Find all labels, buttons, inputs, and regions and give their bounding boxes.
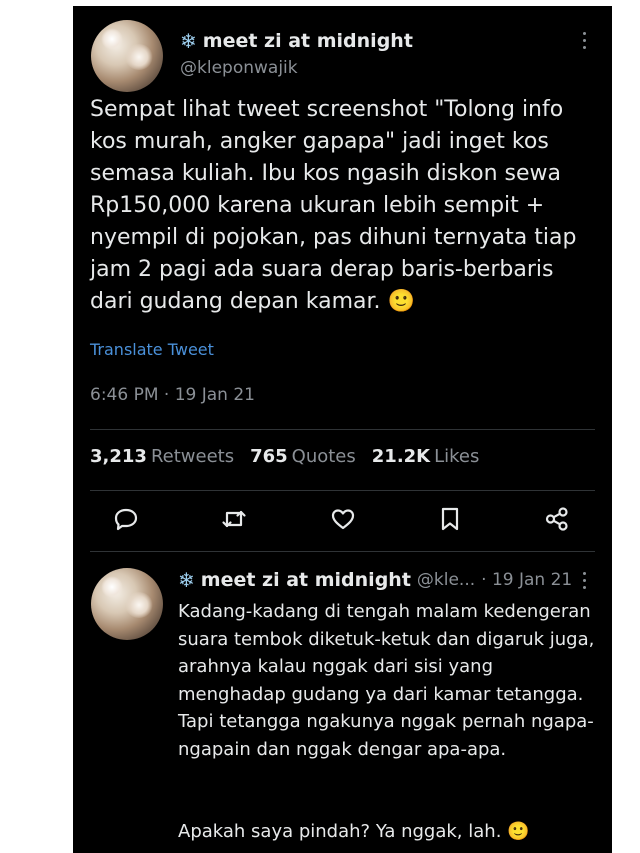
bookmark-icon[interactable]: [436, 505, 464, 533]
quotes-label: Quotes: [291, 446, 356, 467]
avatar[interactable]: [91, 20, 163, 92]
reply-more-options-icon[interactable]: [581, 572, 587, 589]
retweets-count: 3,213: [90, 446, 147, 467]
author-handle[interactable]: @kleponwajik: [180, 58, 298, 78]
tweet-actions-bar: [73, 505, 612, 533]
divider: [90, 551, 595, 552]
slightly-smiling-emoji: 🙂: [387, 289, 415, 314]
share-icon[interactable]: [543, 505, 571, 533]
likes-count: 21.2K: [371, 446, 431, 467]
reply-author-name[interactable]: meet zi at midnight: [201, 569, 411, 591]
translate-tweet-link[interactable]: Translate Tweet: [90, 340, 214, 359]
slightly-smiling-emoji: 🙂: [507, 821, 530, 842]
quotes-stat[interactable]: 765 Quotes: [250, 446, 356, 467]
likes-label: Likes: [434, 446, 480, 467]
author-name[interactable]: meet zi at midnight: [203, 30, 413, 52]
retweets-stat[interactable]: 3,213 Retweets: [90, 446, 234, 467]
tweet-text: Sempat lihat tweet screenshot "Tolong in…: [90, 94, 600, 318]
tweet-stats: 3,213 Retweets 765 Quotes 21.2K Likes: [90, 446, 479, 467]
reply-text-2: Apakah saya pindah? Ya nggak, lah.: [178, 821, 502, 842]
tweet-text-body: Sempat lihat tweet screenshot "Tolong in…: [90, 97, 577, 314]
divider: [90, 429, 595, 430]
reply-author-row[interactable]: ❄ meet zi at midnight @kle... · 19 Jan 2…: [178, 569, 572, 591]
reply-text: Kadang-kadang di tengah malam kedengeran…: [178, 601, 595, 760]
quotes-count: 765: [250, 446, 288, 467]
likes-stat[interactable]: 21.2K Likes: [372, 446, 480, 467]
divider: [90, 490, 595, 491]
tweet-detail-screen: ❄ meet zi at midnight @kleponwajik Sempa…: [73, 6, 612, 853]
tweet-timestamp[interactable]: 6:46 PM · 19 Jan 21: [90, 385, 255, 405]
reply-avatar[interactable]: [91, 568, 163, 640]
reply-author-handle[interactable]: @kle...: [417, 570, 475, 590]
like-icon[interactable]: [329, 505, 357, 533]
author-name-row[interactable]: ❄ meet zi at midnight: [180, 30, 413, 52]
more-options-icon[interactable]: [581, 32, 587, 49]
reply-date[interactable]: · 19 Jan 21: [481, 570, 572, 590]
retweet-icon[interactable]: [220, 505, 248, 533]
retweets-label: Retweets: [150, 446, 235, 467]
reply-text-second-paragraph: Apakah saya pindah? Ya nggak, lah. 🙂: [178, 818, 598, 846]
reply-icon[interactable]: [112, 505, 140, 533]
snowflake-icon: ❄: [180, 29, 197, 53]
snowflake-icon: ❄: [178, 568, 195, 592]
